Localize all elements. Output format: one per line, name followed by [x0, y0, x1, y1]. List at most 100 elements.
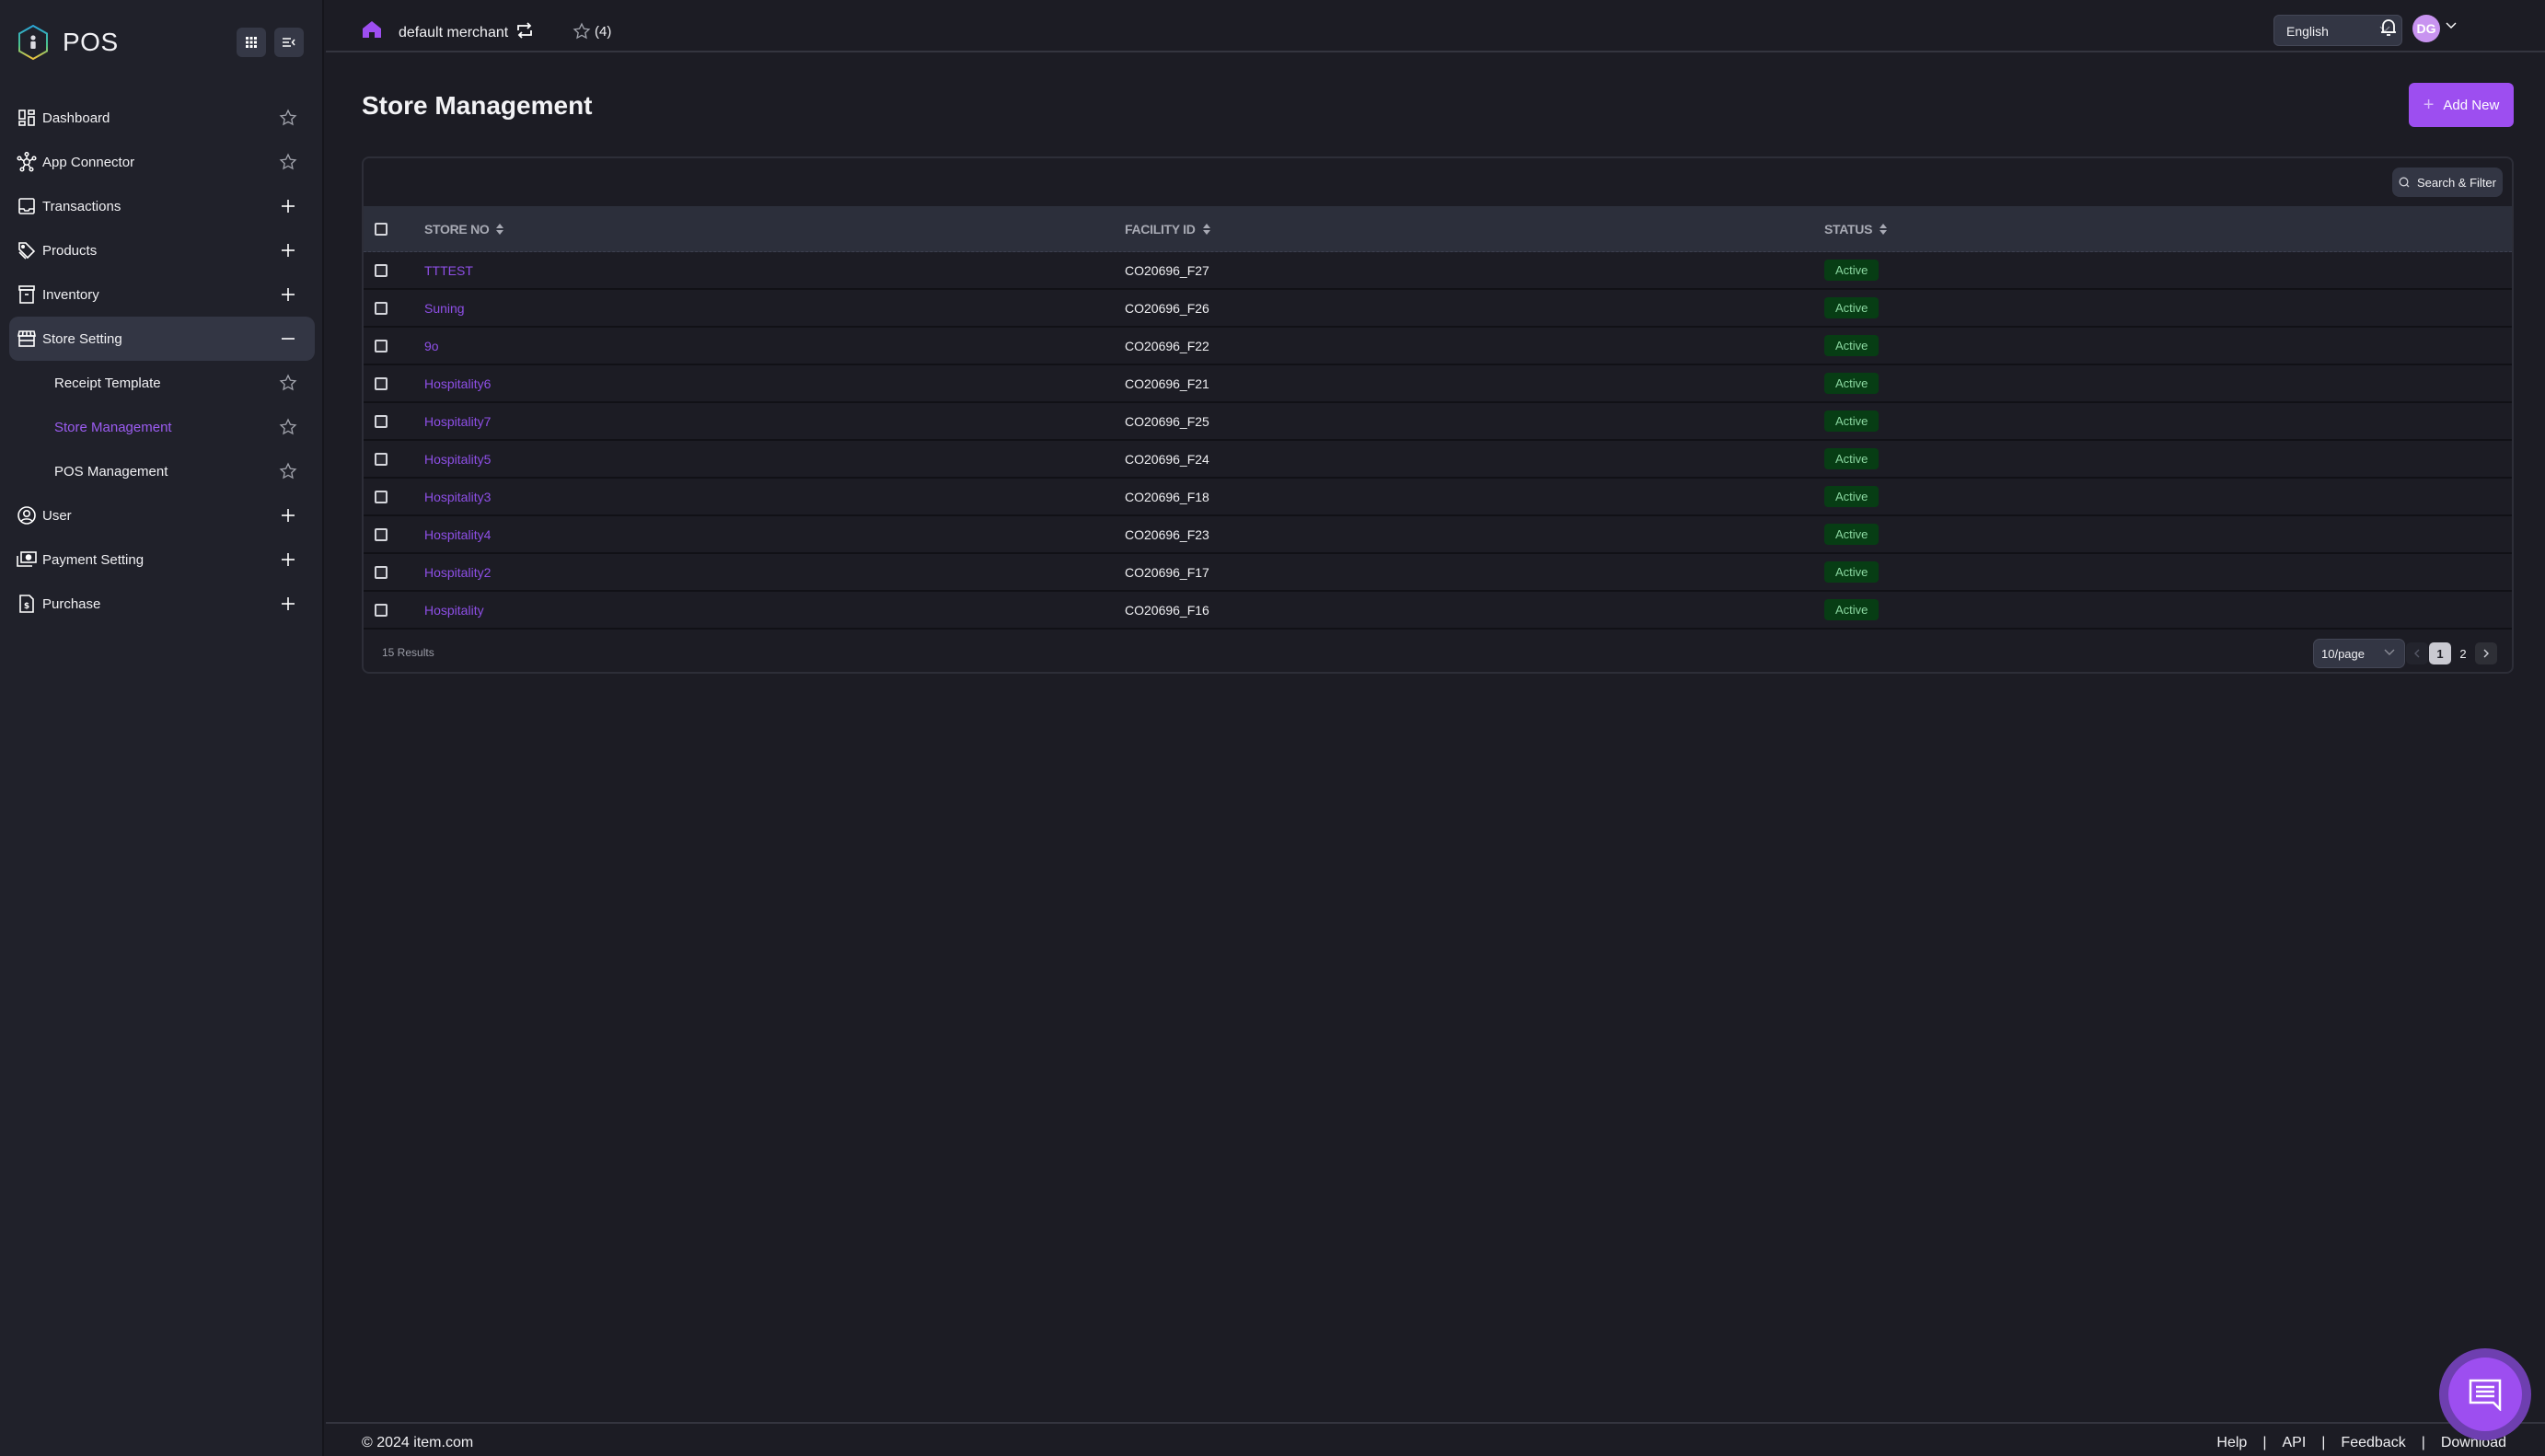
store-icon [17, 330, 36, 347]
collapse-sidebar-button[interactable] [274, 28, 304, 57]
favorite-star-icon[interactable] [278, 461, 298, 481]
status-badge: Active [1824, 260, 1880, 281]
brand[interactable]: POS [17, 24, 119, 61]
sort-icon[interactable] [496, 223, 504, 235]
column-header-store-no[interactable]: STORE NO [424, 222, 504, 237]
sidebar-item-store-setting[interactable]: Store Setting [9, 317, 315, 361]
search-filter-button[interactable]: Search & Filter [2392, 168, 2503, 197]
next-page-button[interactable] [2475, 642, 2497, 664]
store-no-link[interactable]: Hospitality6 [424, 376, 491, 391]
favorites-button[interactable]: (4) [573, 22, 611, 40]
row-checkbox[interactable] [375, 376, 388, 390]
sidebar-item-app-connector[interactable]: App Connector [0, 140, 324, 184]
brand-name: POS [63, 28, 119, 56]
select-all-checkbox[interactable] [375, 222, 388, 236]
sort-icon[interactable] [1202, 223, 1210, 235]
footer: © 2024 item.com Help | API | Feedback | … [326, 1422, 2545, 1456]
add-new-label: Add New [2443, 97, 2500, 113]
row-checkbox[interactable] [375, 490, 388, 503]
page-button-2[interactable]: 2 [2452, 642, 2474, 664]
row-checkbox[interactable] [375, 414, 388, 428]
switch-merchant-icon[interactable] [516, 22, 533, 39]
sidebar-item-receipt-template[interactable]: Receipt Template [0, 361, 324, 405]
row-checkbox[interactable] [375, 339, 388, 352]
expand-plus-icon[interactable] [278, 196, 298, 216]
favorite-star-icon[interactable] [278, 417, 298, 437]
sidebar-item-label: Store Management [54, 419, 172, 435]
sidebar-item-dashboard[interactable]: Dashboard [0, 96, 324, 140]
expand-plus-icon[interactable] [278, 505, 298, 526]
favorite-star-icon[interactable] [278, 108, 298, 128]
status-badge: Active [1824, 297, 1880, 318]
user-avatar[interactable]: DG [2412, 15, 2440, 42]
row-checkbox[interactable] [375, 301, 388, 315]
app-connector-icon [17, 152, 37, 172]
expand-plus-icon[interactable] [278, 594, 298, 614]
sidebar-nav: Dashboard App Connector Transactions Pro… [0, 96, 324, 626]
expand-plus-icon[interactable] [278, 240, 298, 260]
sidebar-item-label: Receipt Template [54, 375, 161, 391]
status-badge: Active [1824, 373, 1880, 394]
favorite-star-icon[interactable] [278, 373, 298, 393]
apps-grid-button[interactable] [237, 28, 266, 57]
row-checkbox[interactable] [375, 527, 388, 541]
merchant-name[interactable]: default merchant [399, 25, 508, 41]
archive-icon [18, 285, 35, 304]
row-checkbox[interactable] [375, 565, 388, 579]
sort-icon[interactable] [1880, 223, 1888, 235]
sidebar-item-payment-setting[interactable]: Payment Setting [0, 537, 324, 582]
row-checkbox[interactable] [375, 603, 388, 617]
favorite-star-icon[interactable] [278, 152, 298, 172]
collapse-minus-icon[interactable] [278, 329, 298, 349]
footer-links: Help | API | Feedback | Download [2216, 1435, 2506, 1451]
column-header-facility-id[interactable]: FACILITY ID [1125, 222, 1210, 237]
sidebar-item-pos-management[interactable]: POS Management [0, 449, 324, 493]
footer-link-api[interactable]: API [2282, 1435, 2306, 1451]
chat-message-icon [2469, 1379, 2502, 1411]
sidebar-item-products[interactable]: Products [0, 228, 324, 272]
store-no-link[interactable]: TTTEST [424, 263, 473, 278]
expand-plus-icon[interactable] [278, 284, 298, 305]
chat-support-button[interactable] [2439, 1348, 2531, 1440]
chevron-down-icon[interactable] [2446, 22, 2457, 29]
sidebar-item-transactions[interactable]: Transactions [0, 184, 324, 228]
footer-link-feedback[interactable]: Feedback [2341, 1435, 2405, 1451]
sidebar-item-label: Inventory [42, 286, 99, 303]
sidebar-item-purchase[interactable]: $ Purchase [0, 582, 324, 626]
table-row: Hospitality2 CO20696_F17 Active [364, 554, 2512, 592]
store-no-link[interactable]: Hospitality7 [424, 414, 491, 429]
home-icon[interactable] [363, 21, 381, 38]
notification-bell-icon[interactable] [2380, 18, 2397, 37]
table-row: Suning CO20696_F26 Active [364, 290, 2512, 328]
topbar: default merchant (4) English DG [326, 0, 2545, 52]
row-checkbox[interactable] [375, 263, 388, 277]
page-size-select[interactable]: 10/page [2313, 639, 2405, 668]
store-no-link[interactable]: Hospitality [424, 603, 484, 618]
store-no-link[interactable]: Suning [424, 301, 465, 316]
footer-link-help[interactable]: Help [2216, 1435, 2247, 1451]
store-no-link[interactable]: 9o [424, 339, 439, 353]
store-no-link[interactable]: Hospitality4 [424, 527, 491, 542]
store-table-card: Search & Filter STORE NO FACILITY ID STA… [362, 156, 2514, 674]
facility-id: CO20696_F27 [1125, 262, 1209, 278]
store-no-link[interactable]: Hospitality5 [424, 452, 491, 467]
store-no-link[interactable]: Hospitality2 [424, 565, 491, 580]
store-no-link[interactable]: Hospitality3 [424, 490, 491, 504]
add-new-button[interactable]: + Add New [2409, 83, 2514, 127]
sidebar-item-store-management[interactable]: Store Management [0, 405, 324, 449]
sidebar-item-inventory[interactable]: Inventory [0, 272, 324, 317]
divider: | [2262, 1435, 2267, 1450]
divider: | [2421, 1435, 2425, 1450]
column-header-status[interactable]: STATUS [1824, 222, 1888, 237]
row-checkbox[interactable] [375, 452, 388, 466]
prev-page-button[interactable] [2406, 642, 2428, 664]
facility-id: CO20696_F17 [1125, 564, 1209, 580]
facility-id: CO20696_F26 [1125, 300, 1209, 316]
page-button-1[interactable]: 1 [2429, 642, 2451, 664]
status-badge: Active [1824, 599, 1880, 620]
sidebar-item-label: Products [42, 242, 98, 259]
facility-id: CO20696_F23 [1125, 526, 1209, 542]
chevron-left-icon [2414, 649, 2420, 658]
expand-plus-icon[interactable] [278, 549, 298, 570]
sidebar-item-user[interactable]: User [0, 493, 324, 537]
